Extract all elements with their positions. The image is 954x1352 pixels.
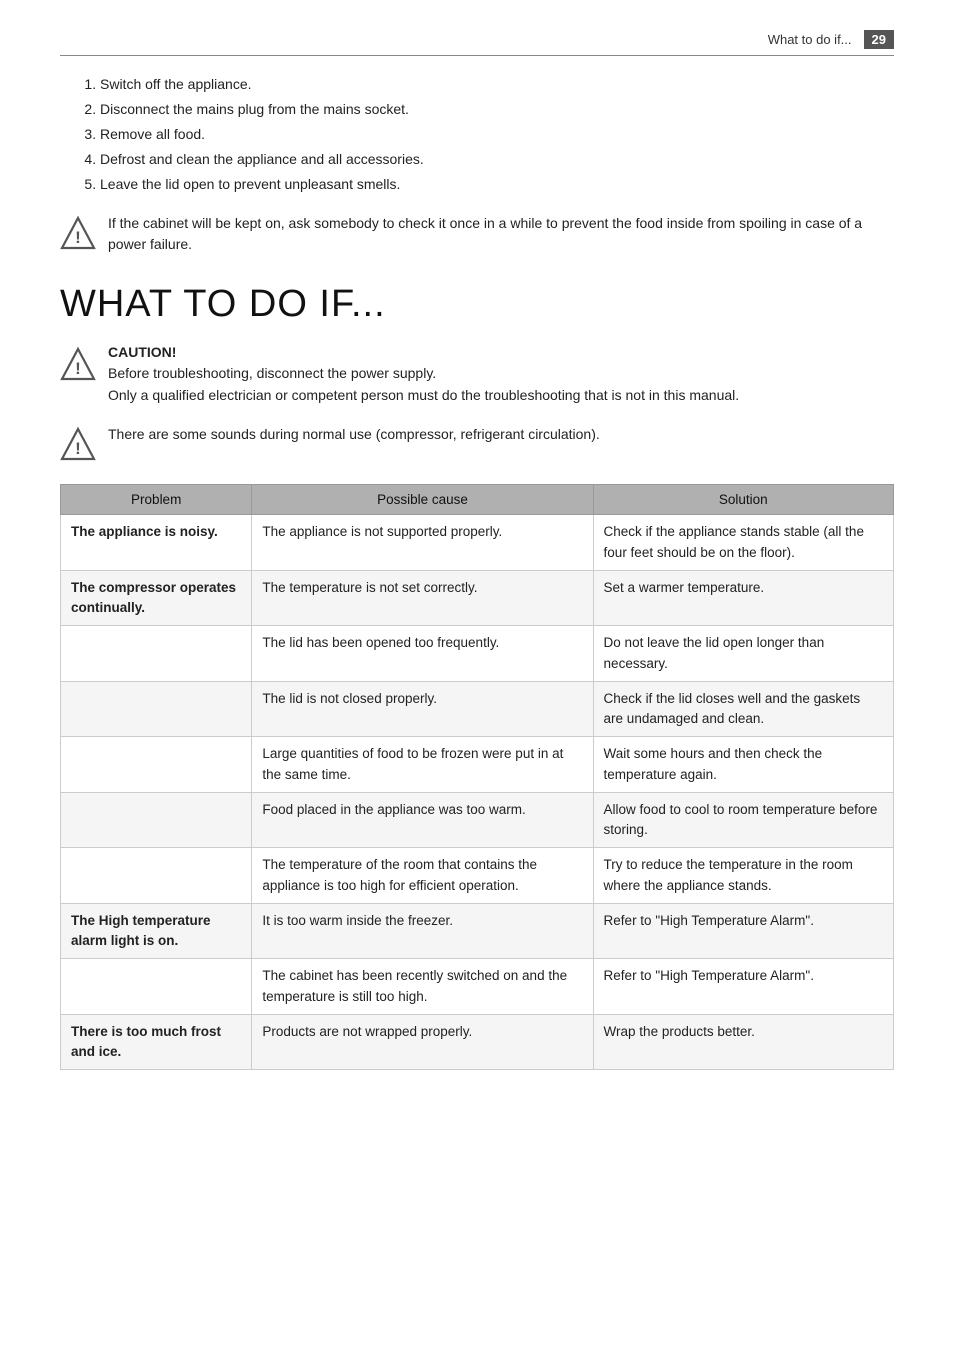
cell-solution: Wait some hours and then check the tempe… <box>593 737 893 793</box>
warning-block: ! If the cabinet will be kept on, ask so… <box>60 213 894 255</box>
table-row: The temperature of the room that contain… <box>61 848 894 904</box>
cell-solution: Check if the appliance stands stable (al… <box>593 515 893 571</box>
cell-solution: Check if the lid closes well and the gas… <box>593 681 893 737</box>
step-item-2: Disconnect the mains plug from the mains… <box>100 99 894 120</box>
cell-cause: Products are not wrapped properly. <box>252 1014 593 1070</box>
header-title: What to do if... <box>768 32 852 47</box>
cell-cause: The cabinet has been recently switched o… <box>252 959 593 1015</box>
cell-problem: There is too much frost and ice. <box>61 1014 252 1070</box>
caution-title: CAUTION! <box>108 344 894 360</box>
table-row: The lid has been opened too frequently.D… <box>61 626 894 682</box>
cell-problem <box>61 959 252 1015</box>
table-row: The cabinet has been recently switched o… <box>61 959 894 1015</box>
cell-cause: Large quantities of food to be frozen we… <box>252 737 593 793</box>
svg-text:!: ! <box>75 439 81 458</box>
cell-problem <box>61 737 252 793</box>
warning-icon: ! <box>60 215 96 251</box>
table-row: Large quantities of food to be frozen we… <box>61 737 894 793</box>
table-row: There is too much frost and ice.Products… <box>61 1014 894 1070</box>
table-row: The lid is not closed properly.Check if … <box>61 681 894 737</box>
cell-cause: Food placed in the appliance was too war… <box>252 792 593 848</box>
cell-problem <box>61 681 252 737</box>
table-row: The compressor operates continually.The … <box>61 570 894 626</box>
caution-icon: ! <box>60 346 96 382</box>
cell-solution: Refer to "High Temperature Alarm". <box>593 903 893 959</box>
cell-solution: Do not leave the lid open longer than ne… <box>593 626 893 682</box>
table-row: The appliance is noisy.The appliance is … <box>61 515 894 571</box>
sounds-icon: ! <box>60 426 96 462</box>
cell-problem <box>61 626 252 682</box>
caution-line-2: Only a qualified electrician or competen… <box>108 385 894 407</box>
table-row: The High temperature alarm light is on.I… <box>61 903 894 959</box>
step-item-1: Switch off the appliance. <box>100 74 894 95</box>
cell-solution: Set a warmer temperature. <box>593 570 893 626</box>
page: What to do if... 29 Switch off the appli… <box>0 0 954 1352</box>
caution-content: CAUTION! Before troubleshooting, disconn… <box>108 344 894 406</box>
cell-problem <box>61 848 252 904</box>
caution-line-1: Before troubleshooting, disconnect the p… <box>108 363 894 385</box>
page-number: 29 <box>864 30 894 49</box>
sounds-block: ! There are some sounds during normal us… <box>60 424 894 462</box>
cell-cause: The lid has been opened too frequently. <box>252 626 593 682</box>
step-item-4: Defrost and clean the appliance and all … <box>100 149 894 170</box>
warning-note-text: If the cabinet will be kept on, ask some… <box>108 213 894 255</box>
table-header-row: Problem Possible cause Solution <box>61 485 894 515</box>
cell-problem: The compressor operates continually. <box>61 570 252 626</box>
page-header: What to do if... 29 <box>60 30 894 56</box>
cell-cause: It is too warm inside the freezer. <box>252 903 593 959</box>
cell-problem: The appliance is noisy. <box>61 515 252 571</box>
cell-solution: Refer to "High Temperature Alarm". <box>593 959 893 1015</box>
cell-cause: The temperature of the room that contain… <box>252 848 593 904</box>
steps-list: Switch off the appliance. Disconnect the … <box>60 74 894 195</box>
cell-problem: The High temperature alarm light is on. <box>61 903 252 959</box>
cell-solution: Wrap the products better. <box>593 1014 893 1070</box>
sounds-note-text: There are some sounds during normal use … <box>108 424 894 445</box>
cell-cause: The appliance is not supported properly. <box>252 515 593 571</box>
table-row: Food placed in the appliance was too war… <box>61 792 894 848</box>
caution-block: ! CAUTION! Before troubleshooting, disco… <box>60 344 894 406</box>
step-item-5: Leave the lid open to prevent unpleasant… <box>100 174 894 195</box>
step-item-3: Remove all food. <box>100 124 894 145</box>
caution-text: Before troubleshooting, disconnect the p… <box>108 363 894 406</box>
cell-solution: Allow food to cool to room temperature b… <box>593 792 893 848</box>
svg-text:!: ! <box>75 228 81 247</box>
cell-solution: Try to reduce the temperature in the roo… <box>593 848 893 904</box>
col-solution: Solution <box>593 485 893 515</box>
cell-cause: The temperature is not set correctly. <box>252 570 593 626</box>
svg-text:!: ! <box>75 359 81 378</box>
troubleshooting-table: Problem Possible cause Solution The appl… <box>60 484 894 1070</box>
cell-cause: The lid is not closed properly. <box>252 681 593 737</box>
cell-problem <box>61 792 252 848</box>
section-title: WHAT TO DO IF... <box>60 283 894 326</box>
col-cause: Possible cause <box>252 485 593 515</box>
col-problem: Problem <box>61 485 252 515</box>
